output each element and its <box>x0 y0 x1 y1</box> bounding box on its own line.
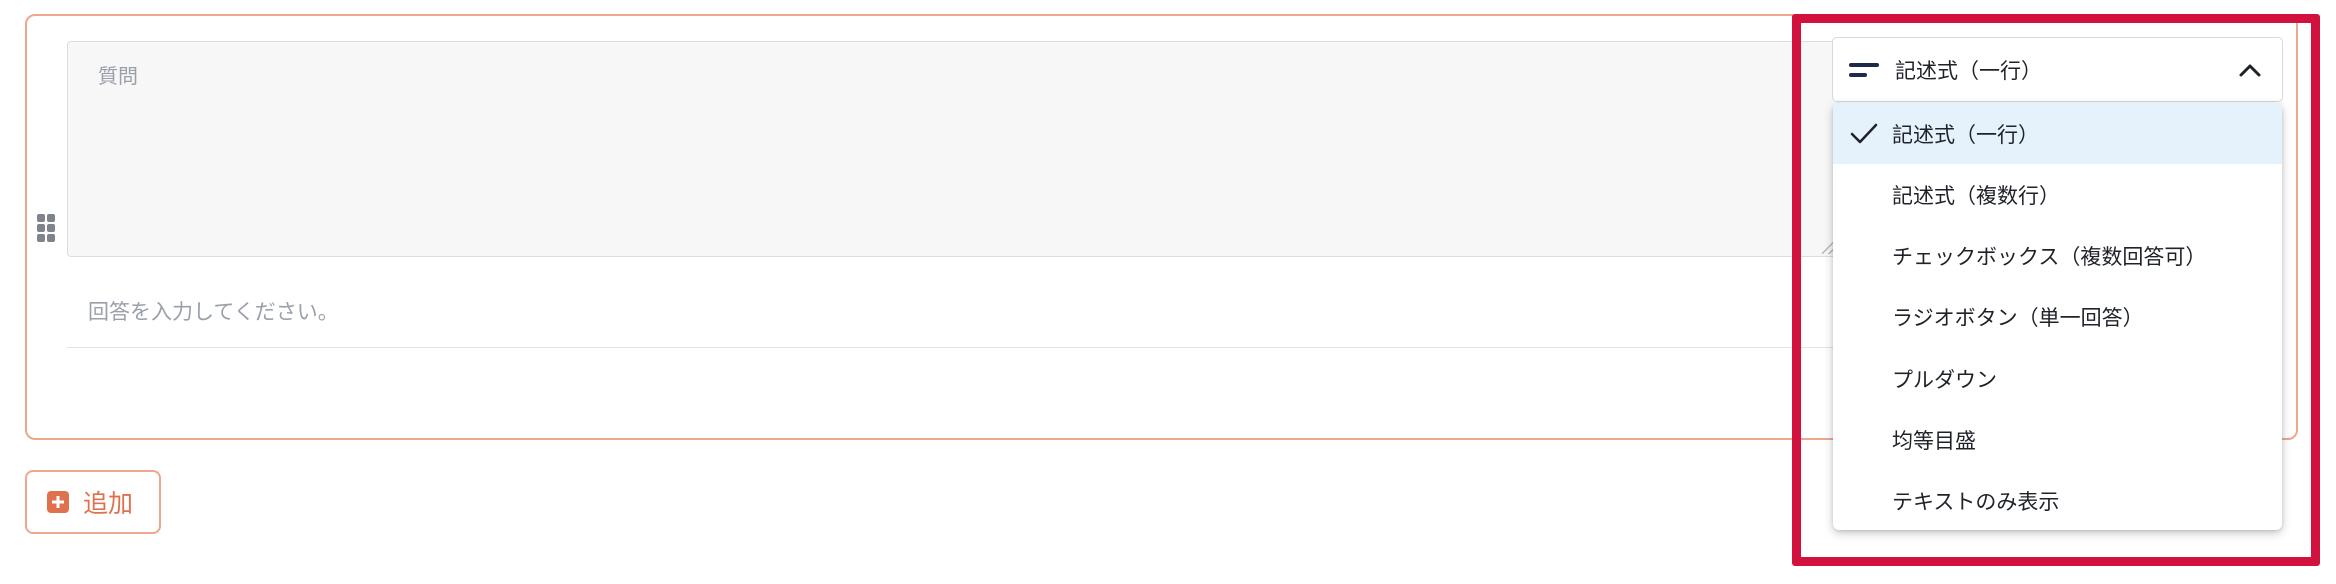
menu-item-pulldown[interactable]: プルダウン <box>1833 348 2282 409</box>
menu-item-label: チェックボックス（複数回答可） <box>1892 244 2207 269</box>
question-type-select[interactable]: 記述式（一行） <box>1832 37 2283 102</box>
question-type-menu: 記述式（一行） 記述式（複数行） チェックボックス（複数回答可） ラジオボタン（… <box>1833 103 2282 530</box>
menu-item-short-text[interactable]: 記述式（一行） <box>1833 103 2282 164</box>
add-button[interactable]: 追加 <box>25 470 161 534</box>
menu-item-radio[interactable]: ラジオボタン（単一回答） <box>1833 286 2282 347</box>
menu-item-label: 均等目盛 <box>1892 428 1976 453</box>
plus-square-icon <box>47 491 69 513</box>
question-type-selected-value: 記述式（一行） <box>1895 58 2042 83</box>
answer-hint: 回答を入力してください。 <box>88 300 339 324</box>
menu-item-scale[interactable]: 均等目盛 <box>1833 409 2282 470</box>
page: 質問 回答を入力してください。 追加 記述式（一行） 記述式（一行） 記述式（複… <box>0 0 2336 584</box>
add-button-label: 追加 <box>83 489 134 518</box>
answer-underline <box>67 347 1839 348</box>
menu-item-text-only[interactable]: テキストのみ表示 <box>1833 470 2282 531</box>
menu-item-label: プルダウン <box>1892 367 1997 392</box>
menu-item-long-text[interactable]: 記述式（複数行） <box>1833 164 2282 225</box>
menu-item-label: ラジオボタン（単一回答） <box>1892 305 2144 330</box>
question-input[interactable]: 質問 <box>67 41 1839 257</box>
question-placeholder: 質問 <box>98 64 138 88</box>
menu-item-label: テキストのみ表示 <box>1892 489 2060 514</box>
menu-item-label: 記述式（複数行） <box>1892 183 2060 208</box>
short-text-icon <box>1849 62 1879 77</box>
menu-item-checkbox[interactable]: チェックボックス（複数回答可） <box>1833 225 2282 286</box>
chevron-up-icon[interactable] <box>2238 60 2261 80</box>
check-icon <box>1849 122 1879 146</box>
menu-item-label: 記述式（一行） <box>1892 122 2039 147</box>
drag-handle-icon[interactable] <box>37 214 55 242</box>
